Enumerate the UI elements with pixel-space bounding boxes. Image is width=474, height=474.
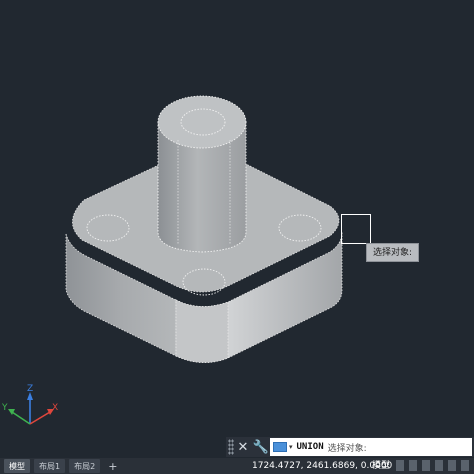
tab-layout1[interactable]: 布局1 bbox=[34, 459, 66, 473]
chevron-down-icon[interactable]: ▾ bbox=[289, 443, 293, 451]
ortho-icon[interactable] bbox=[422, 460, 430, 471]
cylinder-top-face bbox=[157, 95, 247, 149]
pickbox-cursor bbox=[341, 214, 371, 244]
command-icon bbox=[273, 442, 287, 452]
tab-model[interactable]: 模型 bbox=[4, 459, 30, 473]
close-icon[interactable]: ✕ bbox=[234, 437, 252, 457]
status-toggles bbox=[396, 460, 469, 471]
model-space-button[interactable]: 模型 bbox=[372, 458, 390, 474]
dynamic-input-tooltip: 选择对象: bbox=[366, 243, 420, 262]
ucs-x-label: X bbox=[52, 403, 58, 413]
command-name: UNION bbox=[296, 442, 324, 452]
command-line[interactable]: ✕ 🔧 ▾ UNION 选择对象: bbox=[226, 437, 474, 457]
polar-icon[interactable] bbox=[435, 460, 443, 471]
command-prompt: 选择对象: bbox=[327, 443, 367, 454]
menu-icon[interactable] bbox=[461, 460, 469, 471]
ucs-icon: Z X Y bbox=[1, 384, 58, 425]
snap-icon[interactable] bbox=[409, 460, 417, 471]
osnap-icon[interactable] bbox=[448, 460, 456, 471]
drawing-viewport[interactable]: Z X Y bbox=[0, 0, 474, 436]
tab-layout2[interactable]: 布局2 bbox=[69, 459, 101, 473]
ucs-z-label: Z bbox=[27, 384, 33, 394]
add-layout-button[interactable]: + bbox=[108, 460, 117, 473]
base-front-corner bbox=[175, 299, 229, 363]
wrench-icon[interactable]: 🔧 bbox=[252, 437, 270, 457]
grid-icon[interactable] bbox=[396, 460, 404, 471]
ucs-y-label: Y bbox=[1, 403, 8, 413]
status-bar: 模型 布局1 布局2 + 1724.4727, 2461.6869, 0.000… bbox=[0, 458, 474, 474]
command-input[interactable]: ▾ UNION 选择对象: bbox=[270, 438, 472, 456]
